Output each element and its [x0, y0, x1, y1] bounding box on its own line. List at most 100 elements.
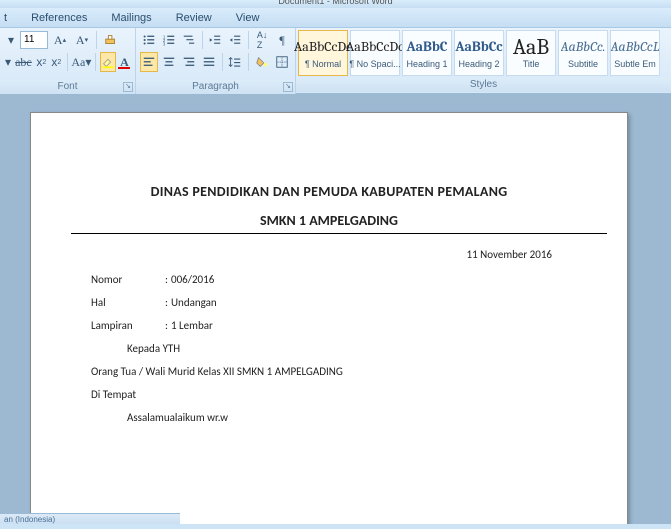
align-left-icon — [142, 55, 156, 69]
separator — [222, 53, 223, 71]
outdent-icon — [208, 33, 222, 47]
field-key: Hal — [91, 296, 165, 309]
field-val: 1 Lembar — [171, 319, 213, 332]
paste-edge[interactable]: ▾ — [4, 52, 12, 72]
separator — [202, 31, 203, 49]
paragraph-dialog-launcher[interactable]: ↘ — [283, 82, 293, 92]
sort-button[interactable]: A↓Z — [253, 30, 271, 50]
align-right-button[interactable] — [180, 52, 198, 72]
style-sample: AaBbCc — [455, 36, 502, 58]
style-sample: AaB — [513, 36, 549, 58]
field-nomor: Nomor : 006/2016 — [91, 273, 567, 286]
change-case-button[interactable]: Aa▾ — [71, 52, 91, 72]
separator — [67, 53, 68, 71]
style-name: Heading 2 — [458, 58, 499, 70]
line-spacing-icon — [228, 55, 242, 69]
style-item-4[interactable]: AaBTitle — [506, 30, 556, 76]
style-sample: AaBbCcDc — [294, 36, 352, 58]
doc-line-2: Di Tempat — [91, 388, 567, 401]
font-dialog-launcher[interactable]: ↘ — [123, 82, 133, 92]
style-name: Heading 1 — [406, 58, 447, 70]
highlighter-icon — [101, 55, 115, 69]
separator — [96, 31, 97, 49]
group-styles: AaBbCcDc¶ NormalAaBbCcDc¶ No Spaci...AaB… — [296, 28, 671, 94]
bullets-button[interactable] — [140, 30, 158, 50]
group-font: ▾ 11 A▴ A▾ ▾ abc x2 x2 Aa▾ — [0, 28, 136, 94]
style-item-5[interactable]: AaBbCc.Subtitle — [558, 30, 608, 76]
justify-button[interactable] — [200, 52, 218, 72]
strikethrough-button[interactable]: abc — [14, 52, 33, 72]
align-center-icon — [162, 55, 176, 69]
doc-salam: Assalamualaikum wr.w — [127, 411, 567, 424]
shading-button[interactable] — [253, 52, 271, 72]
show-marks-button[interactable]: ¶ — [273, 30, 291, 50]
multilevel-button[interactable] — [180, 30, 198, 50]
style-sample: AaBbCcL — [611, 36, 660, 58]
borders-button[interactable] — [273, 52, 291, 72]
field-val: Undangan — [171, 296, 217, 309]
font-size-input[interactable]: 11 — [20, 31, 48, 49]
status-language: an (Indonesia) — [4, 515, 55, 524]
eraser-icon — [104, 33, 118, 47]
grow-font-button[interactable]: A▴ — [50, 30, 70, 50]
indent-icon — [228, 33, 242, 47]
field-lampiran: Lampiran : 1 Lembar — [91, 319, 567, 332]
borders-icon — [275, 55, 289, 69]
header-rule — [71, 233, 607, 234]
line-spacing-button[interactable] — [226, 52, 244, 72]
style-sample: AaBbCc. — [561, 36, 606, 58]
numbering-icon: 123 — [162, 33, 176, 47]
style-sample: AaBbC — [406, 36, 447, 58]
bullets-icon — [142, 33, 156, 47]
doc-header-2: SMKN 1 AMPELGADING — [91, 212, 567, 229]
page[interactable]: DINAS PENDIDIKAN DAN PEMUDA KABUPATEN PE… — [30, 112, 628, 524]
field-val: 006/2016 — [171, 273, 214, 286]
style-sample: AaBbCcDc — [346, 36, 404, 58]
increase-indent-button[interactable] — [226, 30, 244, 50]
multilevel-icon — [182, 33, 196, 47]
document-area[interactable]: DINAS PENDIDIKAN DAN PEMUDA KABUPATEN PE… — [0, 94, 671, 524]
numbering-button[interactable]: 123 — [160, 30, 178, 50]
title-bar: Document1 - Microsoft Word — [0, 0, 671, 8]
tab-references[interactable]: References — [19, 10, 99, 26]
tab-cut[interactable]: t — [4, 10, 19, 26]
style-name: Subtitle — [568, 58, 598, 70]
clear-formatting-button[interactable] — [101, 30, 121, 50]
group-label-font: Font ↘ — [0, 80, 135, 94]
group-label-styles: Styles — [296, 78, 671, 92]
style-item-3[interactable]: AaBbCcHeading 2 — [454, 30, 504, 76]
separator — [248, 31, 249, 49]
font-color-button[interactable]: A — [118, 52, 131, 72]
style-name: Subtle Em — [614, 58, 656, 70]
style-item-2[interactable]: AaBbCHeading 1 — [402, 30, 452, 76]
align-right-icon — [182, 55, 196, 69]
highlight-button[interactable] — [100, 52, 116, 72]
decrease-indent-button[interactable] — [207, 30, 225, 50]
superscript-button[interactable]: x2 — [50, 52, 63, 72]
field-hal: Hal : Undangan — [91, 296, 567, 309]
group-label-paragraph: Paragraph ↘ — [136, 80, 295, 94]
style-item-6[interactable]: AaBbCcLSubtle Em — [610, 30, 660, 76]
style-item-0[interactable]: AaBbCcDc¶ Normal — [298, 30, 348, 76]
field-key: Lampiran — [91, 319, 165, 332]
field-key: Nomor — [91, 273, 165, 286]
align-center-button[interactable] — [160, 52, 178, 72]
ribbon-tabs: t References Mailings Review View — [0, 8, 671, 28]
styles-gallery: AaBbCcDc¶ NormalAaBbCcDc¶ No Spaci...AaB… — [296, 28, 671, 78]
subscript-button[interactable]: x2 — [35, 52, 48, 72]
doc-kepada: Kepada YTH — [127, 342, 567, 355]
shrink-font-button[interactable]: A▾ — [72, 30, 92, 50]
separator — [248, 53, 249, 71]
align-left-button[interactable] — [140, 52, 158, 72]
style-item-1[interactable]: AaBbCcDc¶ No Spaci... — [350, 30, 400, 76]
doc-line-1: Orang Tua / Wali Murid Kelas XII SMKN 1 … — [91, 365, 567, 378]
svg-text:3: 3 — [163, 41, 166, 46]
doc-date: 11 November 2016 — [91, 248, 567, 261]
tab-mailings[interactable]: Mailings — [99, 10, 163, 26]
justify-icon — [202, 55, 216, 69]
tab-review[interactable]: Review — [164, 10, 224, 26]
tab-view[interactable]: View — [224, 10, 272, 26]
font-dropdown-edge[interactable]: ▾ — [4, 30, 18, 50]
style-name: ¶ No Spaci... — [349, 58, 400, 70]
group-paragraph: 123 A↓Z ¶ Paragraph — [136, 28, 296, 94]
